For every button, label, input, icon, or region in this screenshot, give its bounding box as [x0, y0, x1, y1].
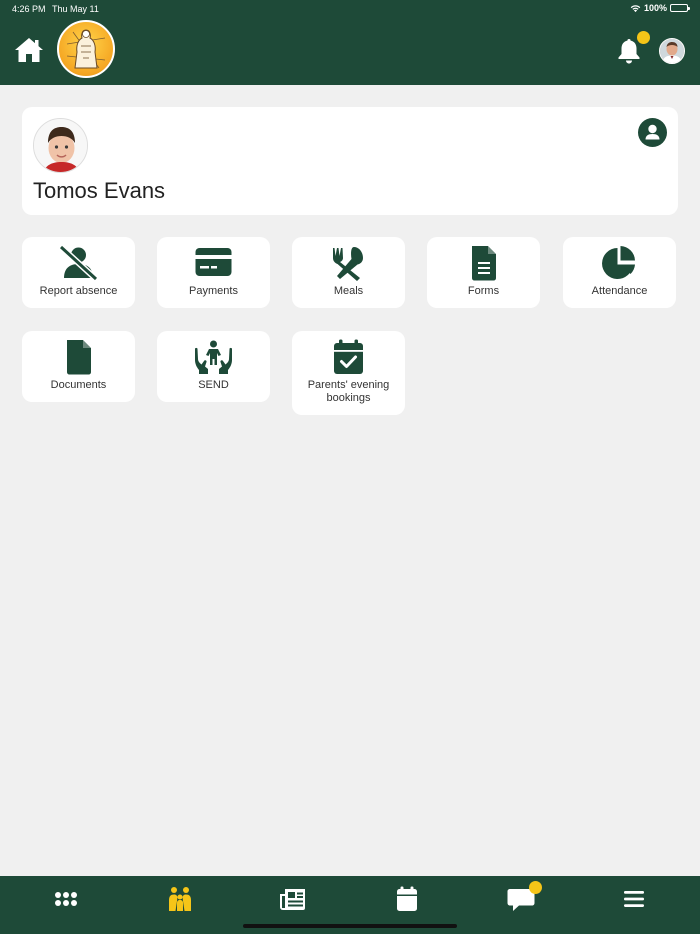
tile-payments[interactable]: Payments — [157, 237, 270, 308]
menu-icon[interactable] — [619, 886, 649, 912]
wifi-icon — [630, 4, 641, 12]
tile-label: Documents — [50, 379, 107, 391]
bottom-navigation — [0, 876, 700, 934]
file-lines-icon — [472, 246, 496, 281]
user-avatar[interactable] — [659, 38, 685, 64]
tile-documents[interactable]: Documents — [22, 331, 135, 402]
tile-label: Forms — [467, 285, 500, 297]
family-icon[interactable] — [165, 886, 195, 912]
utensils-icon — [333, 247, 363, 281]
user-slash-icon — [58, 245, 99, 281]
tile-label: Parents' evening bookings — [307, 379, 390, 404]
battery-percent: 100% — [643, 3, 667, 13]
tile-forms[interactable]: Forms — [427, 237, 540, 308]
battery-icon — [670, 4, 690, 12]
calendar-icon[interactable] — [392, 886, 422, 912]
chat-badge — [529, 881, 542, 894]
file-icon — [67, 340, 91, 375]
home-indicator[interactable] — [243, 924, 457, 928]
tile-label: Payments — [189, 285, 238, 297]
tile-label: Attendance — [591, 285, 648, 297]
hands-child-icon — [195, 340, 232, 374]
status-indicators: 100% — [630, 3, 690, 13]
profile-button[interactable] — [638, 118, 667, 147]
grid-icon[interactable] — [51, 886, 81, 912]
school-logo — [57, 20, 115, 78]
newspaper-icon[interactable] — [278, 886, 308, 912]
tile-parents-evening-bookings[interactable]: Parents' evening bookings — [292, 331, 405, 415]
pie-chart-icon — [602, 246, 635, 279]
child-profile-card[interactable]: Tomos Evans — [22, 107, 678, 215]
child-photo — [33, 118, 88, 173]
user-circle-icon — [645, 124, 660, 140]
tile-report-absence[interactable]: Report absence — [22, 237, 135, 308]
notification-badge — [637, 31, 650, 44]
tile-label: SEND — [198, 379, 229, 391]
tile-label: Meals — [333, 285, 364, 297]
child-name: Tomos Evans — [33, 178, 166, 203]
tile-send[interactable]: SEND — [157, 331, 270, 402]
status-date: Thu May 11 — [52, 4, 99, 14]
app-header: 4:26 PM Thu May 11 100% — [0, 0, 700, 85]
status-bar: 4:26 PM Thu May 11 100% — [0, 0, 700, 18]
calendar-check-icon — [334, 339, 363, 374]
tile-meals[interactable]: Meals — [292, 237, 405, 308]
tile-attendance[interactable]: Attendance — [563, 237, 676, 308]
home-icon[interactable] — [14, 36, 44, 64]
credit-card-icon — [195, 248, 232, 276]
tile-label: Report absence — [39, 285, 118, 297]
status-time: 4:26 PM — [12, 4, 46, 14]
